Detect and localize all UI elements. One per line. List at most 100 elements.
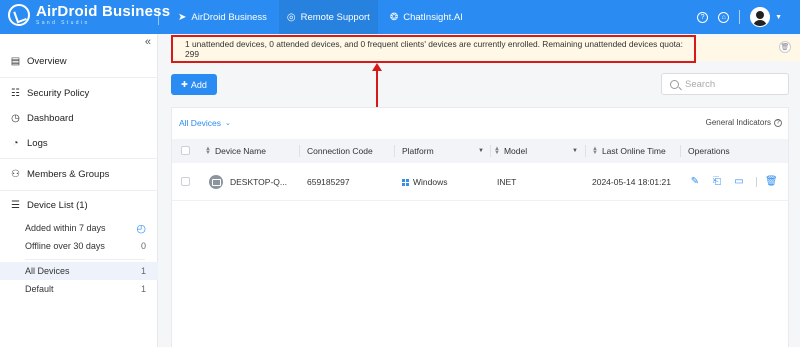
plus-icon: ✚ bbox=[181, 80, 188, 89]
cell-connection-code: 659185297 bbox=[307, 163, 350, 201]
header-last-online-time[interactable]: ▲ ▼ Last Online Time bbox=[592, 139, 666, 163]
sidebar-item-security-policy[interactable]: ☷ Security Policy bbox=[0, 83, 158, 103]
filter-offline-over-30-days[interactable]: Offline over 30 days 0 bbox=[0, 237, 158, 255]
sidebar-divider bbox=[0, 190, 158, 191]
topbar-separator bbox=[739, 10, 741, 24]
last-online-time: 2024-05-14 18:01:21 bbox=[592, 177, 671, 187]
filter-label: Added within 7 days bbox=[25, 223, 106, 233]
ai-chat-icon: ❂ bbox=[389, 11, 399, 23]
sidebar-item-label: Dashboard bbox=[27, 112, 74, 124]
send-icon: ➤ bbox=[178, 11, 187, 23]
topnav-airdroid-business[interactable]: ➤ AirDroid Business bbox=[170, 0, 275, 34]
logo-subtitle: Sand Studio bbox=[36, 20, 90, 26]
model: INET bbox=[497, 177, 517, 187]
sidebar-item-label: Logs bbox=[27, 137, 48, 149]
home-icon[interactable]: ⌂ bbox=[718, 11, 730, 23]
sidebar-divider bbox=[0, 77, 158, 78]
help-icon[interactable]: ? bbox=[697, 11, 709, 23]
topnav-chatinsight[interactable]: ❂ ChatInsight.AI bbox=[382, 0, 471, 34]
cell-last-online-time: 2024-05-14 18:01:21 bbox=[592, 163, 671, 201]
sidebar-item-dashboard[interactable]: ◷ Dashboard bbox=[0, 108, 158, 128]
app-logo[interactable]: AirDroid Business Sand Studio bbox=[8, 4, 170, 26]
filter-dropdown-icon[interactable]: ▼ bbox=[572, 148, 578, 154]
header-label: Device Name bbox=[214, 146, 266, 156]
device-list-icon: ☰ bbox=[11, 199, 20, 211]
close-banner-icon[interactable]: 🗑 bbox=[779, 41, 791, 53]
delete-icon[interactable]: 🗑 bbox=[765, 177, 778, 187]
edit-icon[interactable]: ✎ bbox=[690, 177, 700, 187]
column-separator bbox=[299, 145, 300, 157]
topnav-label: Remote Support bbox=[300, 11, 370, 23]
file-transfer-icon[interactable]: ⎗ bbox=[712, 177, 722, 187]
group-label: All Devices bbox=[25, 266, 70, 276]
windows-icon bbox=[402, 178, 409, 186]
header-label: Connection Code bbox=[307, 146, 373, 156]
header-label: Platform bbox=[402, 146, 434, 156]
logs-icon: ◔ bbox=[12, 137, 19, 149]
cell-platform: Windows bbox=[402, 163, 447, 201]
filter-count: 0 bbox=[140, 241, 146, 251]
sidebar-item-label: Device List (1) bbox=[27, 199, 88, 211]
header-operations: Operations bbox=[688, 139, 730, 163]
device-table-panel: All Devices ⌄ General Indicators ? ▲ ▼ De… bbox=[171, 107, 789, 347]
filter-added-within-7-days[interactable]: Added within 7 days ◴ bbox=[0, 219, 158, 237]
cell-operations: ✎ ⎗ ▭ 🗑 bbox=[690, 163, 787, 201]
header-label: Model bbox=[503, 146, 528, 156]
chevron-down-icon[interactable]: ▼ bbox=[775, 14, 782, 21]
sort-icon[interactable]: ▲ ▼ bbox=[494, 146, 500, 156]
sidebar-divider bbox=[25, 259, 145, 260]
header-platform[interactable]: Platform ▼ bbox=[402, 139, 484, 163]
select-all-checkbox[interactable] bbox=[181, 146, 190, 155]
header-label: Operations bbox=[688, 146, 730, 156]
overview-icon: ▤ bbox=[10, 55, 21, 67]
lifebuoy-icon: ◎ bbox=[286, 11, 296, 23]
filter-dropdown-icon[interactable]: ▼ bbox=[478, 148, 484, 154]
sidebar-item-label: Overview bbox=[27, 55, 67, 67]
remote-control-icon[interactable]: ▭ bbox=[734, 177, 744, 187]
group-default[interactable]: Default 1 bbox=[0, 280, 158, 298]
members-icon: ⚇ bbox=[11, 168, 20, 180]
general-indicators-label: General Indicators bbox=[705, 118, 771, 127]
collapse-sidebar-icon[interactable]: « bbox=[145, 36, 151, 48]
column-separator bbox=[680, 145, 681, 157]
group-label: Default bbox=[25, 284, 54, 294]
topnav-label: AirDroid Business bbox=[191, 11, 267, 23]
sidebar-item-label: Security Policy bbox=[27, 87, 90, 99]
sidebar-item-overview[interactable]: ▤ Overview bbox=[0, 51, 158, 71]
clock-icon: ◴ bbox=[136, 222, 146, 235]
table-header: ▲ ▼ Device Name Connection Code Platform … bbox=[172, 139, 788, 163]
topnav-remote-support[interactable]: ◎ Remote Support bbox=[278, 0, 378, 34]
group-all-devices[interactable]: All Devices 1 bbox=[0, 262, 158, 280]
sidebar-item-logs[interactable]: ◔ Logs bbox=[0, 133, 158, 153]
header-connection-code: Connection Code bbox=[307, 139, 373, 163]
column-separator bbox=[394, 145, 395, 157]
group-count: 1 bbox=[140, 266, 146, 276]
header-device-name[interactable]: ▲ ▼ Device Name bbox=[205, 139, 266, 163]
add-button[interactable]: ✚ Add bbox=[171, 74, 217, 95]
sidebar-item-device-list[interactable]: ☰ Device List (1) bbox=[0, 195, 158, 215]
sidebar-item-members-groups[interactable]: ⚇ Members & Groups bbox=[0, 164, 158, 184]
general-indicators[interactable]: General Indicators ? bbox=[706, 118, 782, 127]
table-row[interactable]: DESKTOP-Q... 659185297 Windows INET 2024… bbox=[172, 163, 788, 201]
group-filter-label: All Devices bbox=[179, 118, 222, 128]
operations-separator bbox=[756, 177, 757, 187]
topnav-label: ChatInsight.AI bbox=[403, 11, 463, 23]
enrollment-banner: 1 unattended devices, 0 attended devices… bbox=[171, 35, 696, 63]
column-separator bbox=[585, 145, 586, 157]
row-checkbox[interactable] bbox=[181, 177, 190, 186]
top-nav: ➤ AirDroid Business ◎ Remote Support ❂ C… bbox=[170, 0, 475, 34]
search-input[interactable] bbox=[685, 78, 775, 90]
desktop-device-icon bbox=[209, 175, 223, 189]
cell-device-name[interactable]: DESKTOP-Q... bbox=[209, 163, 287, 201]
sidebar-item-label: Members & Groups bbox=[27, 168, 110, 180]
topbar-divider bbox=[158, 9, 159, 25]
header-model[interactable]: ▲ ▼ Model ▼ bbox=[494, 139, 578, 163]
sort-icon[interactable]: ▲ ▼ bbox=[205, 146, 211, 156]
search-icon bbox=[670, 79, 679, 89]
avatar[interactable] bbox=[750, 7, 771, 27]
sidebar: « ▤ Overview ☷ Security Policy ◷ Dashboa… bbox=[0, 34, 158, 347]
search-box[interactable] bbox=[661, 73, 789, 95]
sort-icon[interactable]: ▲ ▼ bbox=[592, 146, 598, 156]
group-filter-dropdown[interactable]: All Devices ⌄ bbox=[179, 118, 231, 128]
help-icon[interactable]: ? bbox=[774, 118, 782, 127]
